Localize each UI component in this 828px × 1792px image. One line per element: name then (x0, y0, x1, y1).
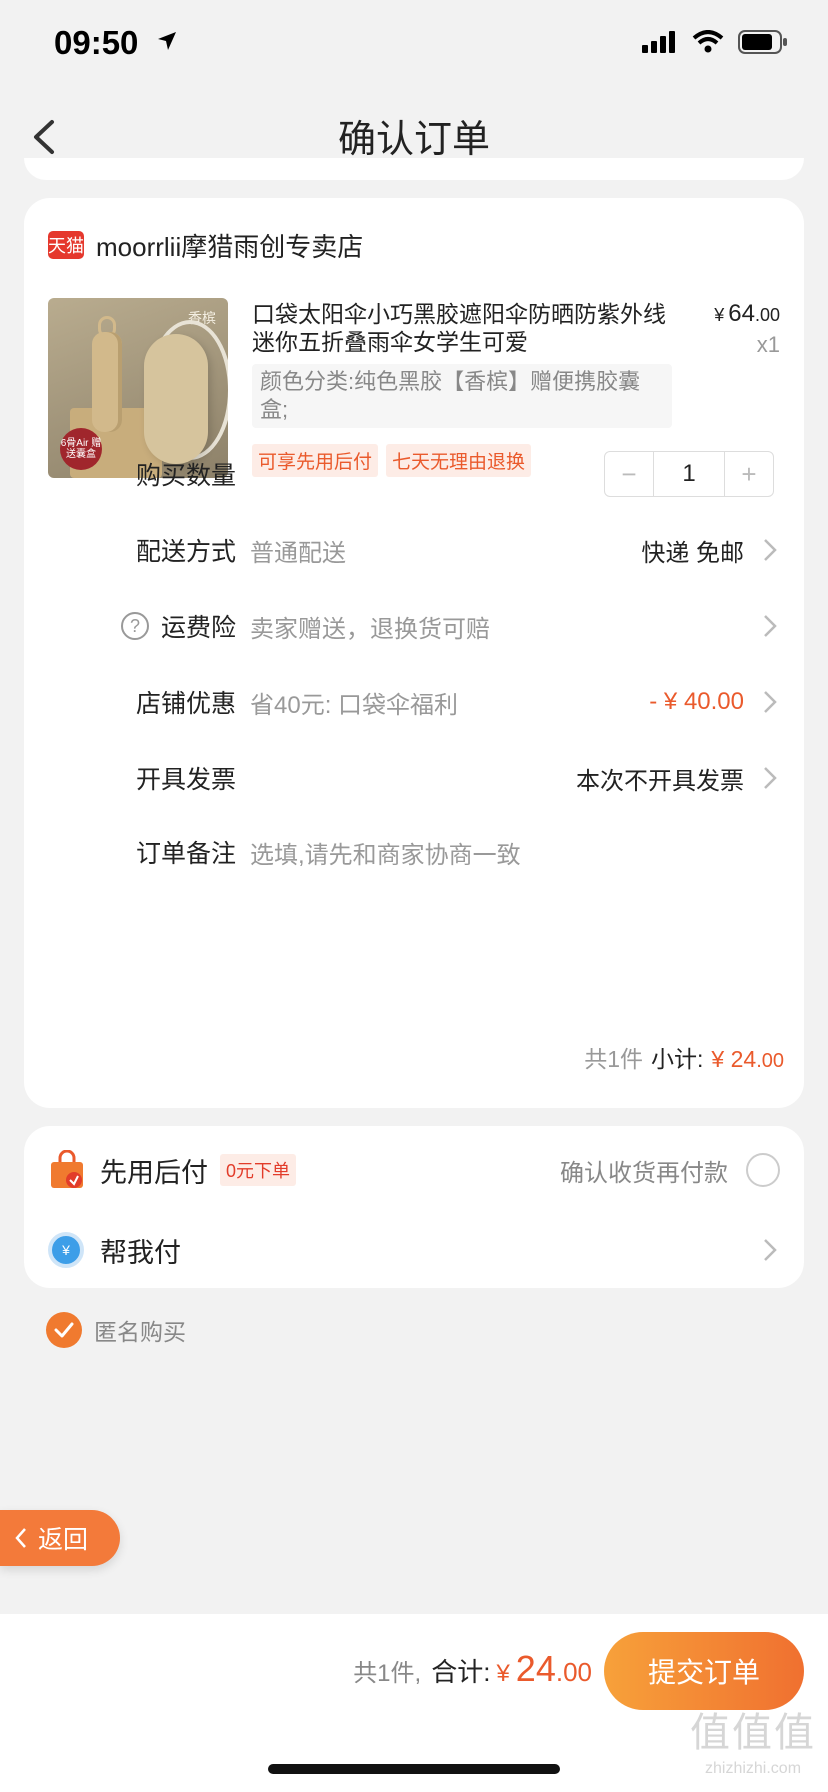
chevron-right-icon (764, 1239, 777, 1261)
increment-button[interactable]: + (725, 452, 773, 496)
subtotal: 共1件 小计: ¥ 24.00 (584, 1040, 784, 1074)
signal-icon (642, 31, 675, 53)
subtotal-int: 24 (730, 1046, 757, 1072)
location-arrow-icon (158, 32, 176, 50)
product-quantity: x1 (756, 332, 780, 357)
store-discount-amount: - ¥ 40.00 (649, 688, 744, 715)
sku-selector[interactable]: 颜色分类:纯色黑胶【香槟】赠便携胶囊盒; (252, 364, 672, 428)
shop-row[interactable]: 天猫 moorrlii摩猎雨创专卖店 (48, 228, 363, 262)
home-indicator[interactable] (268, 1764, 560, 1774)
shopping-bag-icon (51, 1150, 83, 1188)
watermark-logo: 值值值 (690, 1711, 816, 1755)
delivery-method: 快递 免邮 (641, 539, 744, 567)
chevron-right-icon (764, 767, 777, 789)
store-discount-row[interactable]: 店铺优惠 省40元: 口袋伞福利 - ¥ 40.00 (24, 672, 804, 732)
total-yen: ¥ (496, 1660, 510, 1687)
quantity-label: 购买数量 (135, 462, 236, 490)
subtotal-yen: ¥ (711, 1046, 725, 1072)
umbrella-decor (92, 332, 122, 432)
invoice-label: 开具发票 (135, 766, 236, 794)
total-dec: .00 (555, 1657, 592, 1687)
quantity-stepper: − 1 + (604, 451, 774, 497)
delivery-row[interactable]: 配送方式 普通配送 快递 免邮 (24, 520, 804, 580)
pay-later-hint: 确认收货再付款 (560, 1159, 728, 1187)
subtotal-count: 共1件 (584, 1046, 644, 1072)
return-button-label: 返回 (38, 1526, 89, 1554)
invoice-value: 本次不开具发票 (576, 767, 744, 795)
anonymous-purchase-label: 匿名购买 (94, 1319, 186, 1345)
order-note-input[interactable]: 选填,请先和商家协商一致 (250, 835, 521, 870)
total-count: 共1件, (353, 1660, 422, 1687)
status-time: 09:50 (54, 24, 139, 61)
chevron-right-icon (764, 539, 777, 561)
insurance-label: ? 运费险 (120, 608, 236, 644)
order-note-row: 订单备注 选填,请先和商家协商一致 (24, 822, 804, 882)
insurance-label-text: 运费险 (160, 614, 236, 642)
total-summary: 共1件, 合计: ¥ 24 .00 (353, 1648, 592, 1708)
order-card: 天猫 moorrlii摩猎雨创专卖店 香槟 6骨Air 赠送囊盒 口袋太阳伞小巧… (24, 198, 804, 1108)
subtotal-dec: .00 (756, 1050, 784, 1072)
watermark: 值值值 zhizhizhi.com (690, 1700, 816, 1778)
invoice-row[interactable]: 开具发票 本次不开具发票 (24, 748, 804, 808)
help-pay-icon: ¥ (48, 1232, 84, 1268)
chevron-left-icon (15, 1528, 26, 1548)
pay-later-radio[interactable] (746, 1153, 780, 1187)
check-icon[interactable] (46, 1312, 82, 1348)
help-me-pay-row[interactable]: ¥ 帮我付 (48, 1226, 780, 1274)
order-note-label: 订单备注 (135, 840, 236, 868)
shop-name: moorrlii摩猎雨创专卖店 (96, 231, 364, 262)
tmall-logo-icon: 天猫 (48, 231, 84, 259)
quantity-row: 购买数量 − 1 + (24, 444, 804, 504)
chevron-right-icon (764, 615, 777, 637)
submit-order-button[interactable]: 提交订单 (604, 1632, 804, 1710)
question-icon[interactable]: ? (120, 612, 149, 640)
delivery-value: 普通配送 (250, 539, 346, 567)
wifi-icon (692, 30, 724, 53)
page-title: 确认订单 (337, 119, 490, 161)
quantity-value[interactable]: 1 (653, 452, 725, 496)
payment-card: 先用后付 0元下单 确认收货再付款 ¥ 帮我付 (24, 1126, 804, 1288)
product-title[interactable]: 口袋太阳伞小巧黑胶遮阳伞防晒防紫外线迷你五折叠雨伞女学生可爱 (252, 300, 672, 356)
total-label: 合计: (431, 1657, 491, 1687)
pay-later-title: 先用后付 (100, 1157, 208, 1188)
zero-down-tag: 0元下单 (220, 1154, 297, 1186)
battery-icon (738, 30, 787, 54)
product-price: ¥64.00 (714, 300, 780, 328)
price-int: 64 (728, 300, 755, 327)
help-pay-title: 帮我付 (100, 1237, 181, 1268)
price-yen: ¥ (714, 305, 725, 325)
store-discount-label: 店铺优惠 (135, 690, 236, 718)
chevron-right-icon (764, 691, 777, 713)
decrement-button[interactable]: − (605, 452, 653, 496)
subtotal-value: ¥ 24.00 (711, 1046, 784, 1072)
delivery-label: 配送方式 (135, 538, 236, 566)
status-bar: 09:50 (0, 0, 828, 92)
watermark-url: zhizhizhi.com (704, 1760, 802, 1777)
insurance-value: 卖家赠送，退换货可赔 (250, 615, 490, 643)
previous-card-edge (24, 158, 804, 180)
total-int: 24 (515, 1648, 556, 1689)
price-dec: .00 (754, 305, 780, 325)
return-button[interactable]: 返回 (0, 1510, 120, 1566)
insurance-row[interactable]: ? 运费险 卖家赠送，退换货可赔 (24, 596, 804, 656)
subtotal-label: 小计: (651, 1046, 704, 1072)
anonymous-purchase-row[interactable]: 匿名购买 (46, 1312, 186, 1348)
store-discount-value: 省40元: 口袋伞福利 (250, 691, 459, 719)
pay-later-row[interactable]: 先用后付 0元下单 确认收货再付款 (48, 1144, 780, 1196)
